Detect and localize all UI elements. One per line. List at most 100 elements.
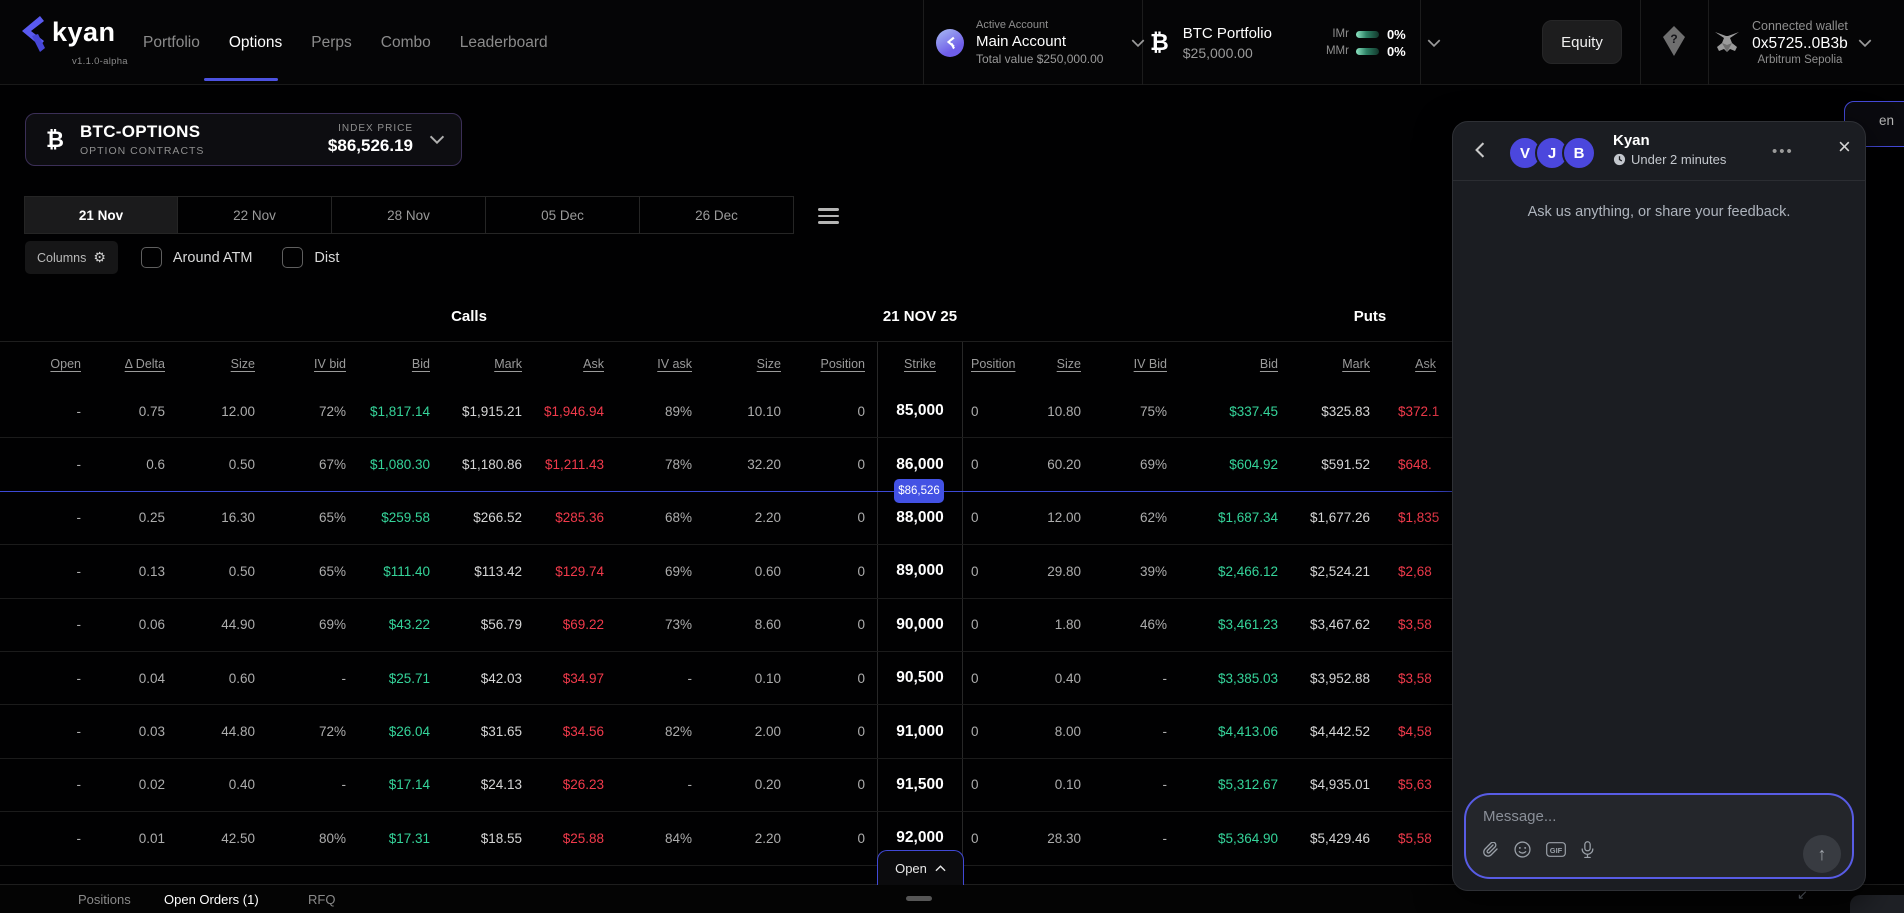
- header-call-ask[interactable]: Ask: [534, 357, 616, 371]
- emoji-icon[interactable]: [1514, 841, 1531, 858]
- call-bid-cell[interactable]: $259.58: [358, 510, 442, 525]
- put-bid-cell[interactable]: $4,413.06: [1179, 724, 1290, 739]
- header-call-delta[interactable]: Δ Delta: [93, 357, 177, 371]
- call-ask-cell[interactable]: $129.74: [534, 564, 616, 579]
- header-call-open[interactable]: Open: [0, 357, 93, 371]
- header-put-size[interactable]: Size: [1010, 357, 1093, 371]
- call-ask-cell[interactable]: $26.23: [534, 777, 616, 792]
- header-call-position[interactable]: Position: [793, 357, 877, 371]
- nav-item-options[interactable]: Options: [229, 34, 282, 52]
- header-put-position[interactable]: Position: [963, 357, 1015, 371]
- call-size-cell: 0.60: [228, 670, 255, 686]
- call-bid-cell[interactable]: $25.71: [358, 671, 442, 686]
- chat-menu-icon[interactable]: •••: [1772, 143, 1794, 160]
- send-button[interactable]: ↑: [1803, 835, 1841, 873]
- open-orders-expand-button[interactable]: Open: [877, 850, 964, 885]
- put-bid-cell[interactable]: $5,312.67: [1179, 777, 1290, 792]
- equity-button[interactable]: Equity: [1542, 20, 1622, 64]
- wallet-menu[interactable]: Connected wallet 0x5725..0B3b Arbitrum S…: [1714, 0, 1872, 85]
- attachment-icon[interactable]: [1483, 841, 1499, 858]
- strike-cell: 90,000: [877, 598, 963, 651]
- expiry-tab-22-nov[interactable]: 22 Nov: [178, 196, 332, 234]
- call-bid-cell[interactable]: $111.40: [358, 564, 442, 579]
- nav-item-leaderboard[interactable]: Leaderboard: [460, 34, 548, 52]
- put-iv-bid-cell: -: [1162, 830, 1168, 846]
- put-bid-cell[interactable]: $1,687.34: [1179, 510, 1290, 525]
- portfolio-summary[interactable]: ₿ BTC Portfolio $25,000.00 IMr 0% MMr 0%: [1150, 0, 1441, 85]
- put-bid-cell[interactable]: $2,466.12: [1179, 564, 1290, 579]
- call-ask-cell[interactable]: $285.36: [534, 510, 616, 525]
- market-selector[interactable]: ₿ BTC-OPTIONS OPTION CONTRACTS INDEX PRI…: [25, 113, 462, 166]
- header-put-iv-bid[interactable]: IV Bid: [1093, 357, 1179, 371]
- chat-close-icon[interactable]: ×: [1838, 134, 1851, 160]
- put-bid-cell[interactable]: $3,385.03: [1179, 671, 1290, 686]
- nav-item-combo[interactable]: Combo: [381, 34, 431, 52]
- footer-tab-rfq[interactable]: RFQ: [308, 892, 335, 907]
- header-call-size[interactable]: Size: [177, 357, 267, 371]
- around-atm-label[interactable]: Around ATM: [173, 250, 253, 266]
- active-account-label: Active Account: [976, 19, 1049, 31]
- header-strike[interactable]: Strike: [877, 342, 963, 385]
- columns-button[interactable]: Columns ⚙: [25, 241, 118, 274]
- put-bid-cell[interactable]: $5,364.90: [1179, 831, 1290, 846]
- brand[interactable]: kyan: [16, 14, 116, 54]
- call-ask-cell[interactable]: $1,211.43: [534, 457, 616, 472]
- call-ask-cell[interactable]: $34.97: [534, 671, 616, 686]
- call-size-cell: 44.90: [221, 617, 255, 633]
- header-put-mark[interactable]: Mark: [1290, 357, 1382, 371]
- expiry-tab-21-nov[interactable]: 21 Nov: [24, 196, 178, 234]
- chat-message-input[interactable]: Message... GIF ↑: [1464, 793, 1854, 879]
- footer-tab-positions[interactable]: Positions: [78, 892, 131, 907]
- dist-label[interactable]: Dist: [314, 250, 339, 266]
- call-ask-cell[interactable]: $34.56: [534, 724, 616, 739]
- header-call-bid[interactable]: Bid: [358, 357, 442, 371]
- call-bid-cell[interactable]: $1,817.14: [358, 404, 442, 419]
- microphone-icon[interactable]: [1581, 841, 1594, 858]
- chevron-down-icon: [1427, 39, 1441, 47]
- header-call-mark[interactable]: Mark: [442, 357, 534, 371]
- account-total-value: Total value $250,000.00: [976, 52, 1104, 66]
- call-bid-cell[interactable]: $17.31: [358, 831, 442, 846]
- help-icon[interactable]: ?: [1662, 26, 1686, 61]
- header-call-iv-bid[interactable]: IV bid: [267, 357, 358, 371]
- call-iv-bid-cell: 69%: [318, 617, 346, 633]
- call-delta-cell: 0.03: [138, 724, 165, 740]
- chat-back-button[interactable]: [1475, 142, 1485, 163]
- call-ask-cell[interactable]: $69.22: [534, 617, 616, 632]
- header-call-iv-ask[interactable]: IV ask: [616, 357, 704, 371]
- nav-item-portfolio[interactable]: Portfolio: [143, 34, 200, 52]
- dist-checkbox[interactable]: [282, 247, 304, 268]
- account-switcher[interactable]: Active Account Main Account Total value …: [936, 0, 1145, 85]
- call-iv-ask-cell: -: [687, 777, 693, 793]
- call-open-cell: -: [76, 403, 82, 419]
- call-bid-cell[interactable]: $17.14: [358, 777, 442, 792]
- put-bid-cell[interactable]: $604.92: [1179, 457, 1290, 472]
- call-ask-cell[interactable]: $25.88: [534, 831, 616, 846]
- expiry-tab-26-dec[interactable]: 26 Dec: [640, 196, 794, 234]
- call-bid-cell[interactable]: $43.22: [358, 617, 442, 632]
- put-size-cell: 1.80: [1054, 617, 1081, 633]
- call-bid-cell[interactable]: $26.04: [358, 724, 442, 739]
- calls-section-label: Calls: [451, 308, 487, 325]
- around-atm-checkbox[interactable]: [140, 247, 162, 268]
- call-bid-cell[interactable]: $1,080.30: [358, 457, 442, 472]
- expiry-tab-05-dec[interactable]: 05 Dec: [486, 196, 640, 234]
- call-open-cell: -: [76, 457, 82, 473]
- nav-item-perps[interactable]: Perps: [311, 34, 352, 52]
- put-bid-cell[interactable]: $3,461.23: [1179, 617, 1290, 632]
- panel-resize-handle[interactable]: [906, 896, 932, 901]
- chat-header: VJB Kyan Under 2 minutes: [1453, 122, 1865, 181]
- header-put-bid[interactable]: Bid: [1179, 357, 1290, 371]
- call-ask-cell[interactable]: $1,946.94: [534, 404, 616, 419]
- header-call-size-2[interactable]: Size: [704, 357, 793, 371]
- call-mark-cell: $113.42: [474, 563, 522, 579]
- call-position-cell: 0: [857, 670, 865, 686]
- put-bid-cell[interactable]: $337.45: [1179, 404, 1290, 419]
- expiry-menu-icon[interactable]: [818, 208, 839, 228]
- footer-tab-open-orders-1[interactable]: Open Orders (1): [164, 892, 259, 907]
- put-iv-bid-cell: -: [1162, 724, 1168, 740]
- gif-icon[interactable]: GIF: [1546, 842, 1566, 857]
- wallet-network: Arbitrum Sepolia: [1757, 54, 1843, 66]
- chat-title: Kyan: [1613, 132, 1650, 149]
- expiry-tab-28-nov[interactable]: 28 Nov: [332, 196, 486, 234]
